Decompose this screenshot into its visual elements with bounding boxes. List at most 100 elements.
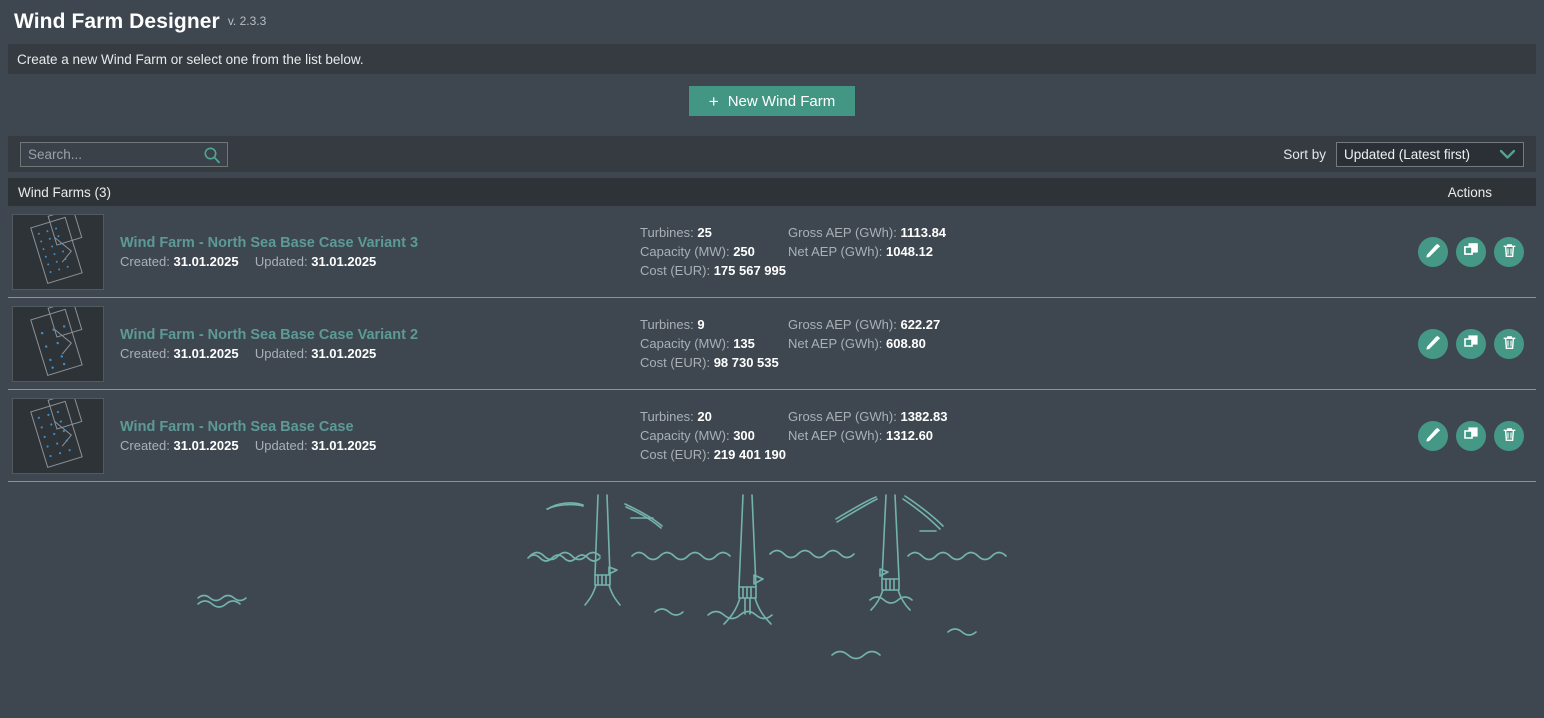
net-aep-label: Net AEP (GWh):: [788, 244, 883, 259]
created-label: Created:: [120, 346, 170, 361]
info-banner: Create a new Wind Farm or select one fro…: [8, 44, 1536, 74]
wind-farm-info: Wind Farm - North Sea Base Case Created:…: [120, 418, 640, 453]
delete-button[interactable]: [1494, 236, 1524, 267]
table-header: Wind Farms (3) Actions: [8, 178, 1536, 206]
new-wind-farm-button[interactable]: + New Wind Farm: [688, 86, 856, 116]
sort-select-value: Updated (Latest first): [1344, 146, 1471, 162]
actions-column-header: Actions: [1447, 184, 1492, 200]
capacity-label: Capacity (MW):: [640, 244, 730, 259]
trash-icon: [1501, 242, 1518, 262]
net-aep-value: 1312.60: [886, 428, 934, 443]
new-wind-farm-bar: + New Wind Farm: [0, 86, 1544, 116]
capacity-value: 250: [733, 244, 755, 259]
wind-farm-metrics: Turbines: 20 Capacity (MW): 300 Cost (EU…: [640, 407, 988, 464]
net-aep-value: 608.80: [886, 336, 926, 351]
updated-value: 31.01.2025: [311, 438, 377, 453]
cost-label: Cost (EUR):: [640, 263, 711, 278]
gross-aep-value: 1382.83: [900, 409, 948, 424]
row-actions: [1418, 328, 1524, 359]
created-label: Created:: [120, 254, 170, 269]
created-value: 31.01.2025: [173, 346, 239, 361]
copy-icon: [1463, 426, 1480, 446]
plus-icon: +: [708, 91, 719, 111]
app-version: v. 2.3.3: [227, 14, 267, 28]
cost-value: 219 401 190: [713, 447, 786, 462]
net-aep-value: 1048.12: [886, 244, 934, 259]
wind-farm-info: Wind Farm - North Sea Base Case Variant …: [120, 234, 640, 269]
chevron-down-icon: [1499, 148, 1516, 166]
pencil-icon: [1425, 334, 1442, 354]
turbines-value: 25: [697, 225, 712, 240]
delete-button[interactable]: [1494, 328, 1524, 359]
created-value: 31.01.2025: [173, 254, 239, 269]
pencil-icon: [1425, 242, 1442, 262]
search-box[interactable]: [20, 141, 233, 167]
offshore-wind-turbines-illustration: [0, 487, 1544, 677]
gross-aep-value: 1113.84: [900, 225, 947, 240]
table-row[interactable]: Wind Farm - North Sea Base Case Variant …: [8, 298, 1536, 390]
updated-value: 31.01.2025: [311, 346, 377, 361]
net-aep-label: Net AEP (GWh):: [788, 428, 883, 443]
duplicate-button[interactable]: [1456, 236, 1486, 267]
capacity-value: 300: [733, 428, 755, 443]
search-input[interactable]: [21, 142, 233, 166]
duplicate-button[interactable]: [1456, 420, 1486, 451]
new-wind-farm-button-label: New Wind Farm: [727, 92, 836, 110]
wind-farm-name-link[interactable]: Wind Farm - North Sea Base Case Variant …: [120, 327, 418, 343]
wind-farms-count-label: Wind Farms (3): [18, 184, 112, 200]
wind-farm-name-link[interactable]: Wind Farm - North Sea Base Case Variant …: [120, 235, 418, 251]
wind-farm-thumbnail[interactable]: [12, 213, 104, 290]
edit-button[interactable]: [1418, 328, 1448, 359]
row-actions: [1418, 420, 1524, 451]
wind-farm-metrics: Turbines: 25 Capacity (MW): 250 Cost (EU…: [640, 223, 988, 280]
turbines-label: Turbines:: [640, 409, 694, 424]
gross-aep-label: Gross AEP (GWh):: [788, 409, 897, 424]
table-row[interactable]: Wind Farm - North Sea Base Case Variant …: [8, 206, 1536, 298]
gross-aep-label: Gross AEP (GWh):: [788, 225, 897, 240]
app-header: Wind Farm Designer v. 2.3.3: [0, 0, 1544, 44]
created-value: 31.01.2025: [173, 438, 239, 453]
net-aep-label: Net AEP (GWh):: [788, 336, 883, 351]
turbines-label: Turbines:: [640, 317, 694, 332]
duplicate-button[interactable]: [1456, 328, 1486, 359]
cost-value: 98 730 535: [713, 355, 779, 370]
wind-farm-metrics: Turbines: 9 Capacity (MW): 135 Cost (EUR…: [640, 315, 988, 372]
turbines-label: Turbines:: [640, 225, 694, 240]
wind-farm-name-link[interactable]: Wind Farm - North Sea Base Case: [120, 419, 354, 435]
copy-icon: [1463, 242, 1480, 262]
wind-farm-designer-app: Wind Farm Designer v. 2.3.3 Create a new…: [0, 0, 1544, 718]
page-title: Wind Farm Designer: [14, 10, 220, 33]
wind-farm-dates: Created: 31.01.2025 Updated: 31.01.2025: [120, 254, 640, 269]
turbines-value: 20: [697, 409, 712, 424]
wind-farm-thumbnail[interactable]: [12, 305, 104, 382]
wind-farm-info: Wind Farm - North Sea Base Case Variant …: [120, 326, 640, 361]
pencil-icon: [1425, 426, 1442, 446]
wind-farm-thumbnail[interactable]: [12, 397, 104, 474]
gross-aep-value: 622.27: [900, 317, 941, 332]
search-icon[interactable]: [203, 146, 221, 164]
info-banner-text: Create a new Wind Farm or select one fro…: [17, 51, 364, 67]
delete-button[interactable]: [1494, 420, 1524, 451]
wind-farm-dates: Created: 31.01.2025 Updated: 31.01.2025: [120, 438, 640, 453]
updated-value: 31.01.2025: [311, 254, 377, 269]
sort-area: Sort by Updated (Latest first): [1283, 141, 1524, 167]
wind-farm-list: Wind Farm - North Sea Base Case Variant …: [0, 206, 1544, 482]
updated-label: Updated:: [254, 438, 308, 453]
gross-aep-label: Gross AEP (GWh):: [788, 317, 897, 332]
row-actions: [1418, 236, 1524, 267]
edit-button[interactable]: [1418, 236, 1448, 267]
table-row[interactable]: Wind Farm - North Sea Base Case Created:…: [8, 390, 1536, 482]
edit-button[interactable]: [1418, 420, 1448, 451]
copy-icon: [1463, 334, 1480, 354]
capacity-label: Capacity (MW):: [640, 336, 730, 351]
wind-farm-dates: Created: 31.01.2025 Updated: 31.01.2025: [120, 346, 640, 361]
capacity-label: Capacity (MW):: [640, 428, 730, 443]
cost-label: Cost (EUR):: [640, 355, 711, 370]
trash-icon: [1501, 426, 1518, 446]
created-label: Created:: [120, 438, 170, 453]
cost-value: 175 567 995: [713, 263, 786, 278]
cost-label: Cost (EUR):: [640, 447, 711, 462]
sort-select[interactable]: Updated (Latest first): [1336, 141, 1524, 167]
turbines-value: 9: [697, 317, 705, 332]
capacity-value: 135: [733, 336, 755, 351]
